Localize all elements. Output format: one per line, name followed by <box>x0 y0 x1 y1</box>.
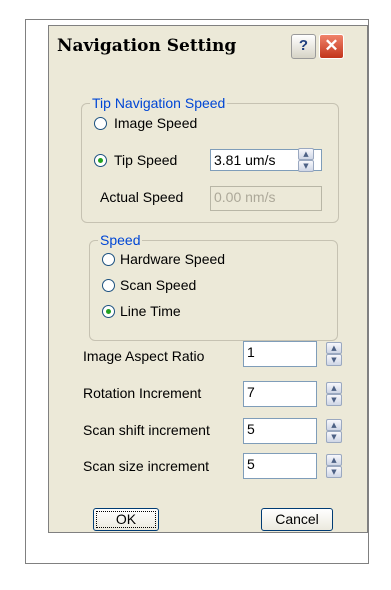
arrow-up-icon[interactable]: ▲ <box>326 342 342 354</box>
arrow-up-icon[interactable]: ▲ <box>326 454 342 466</box>
image-speed-radio[interactable] <box>94 117 107 130</box>
ok-button[interactable]: OK <box>93 508 159 531</box>
scan-size-increment-input[interactable]: 5 <box>243 453 317 479</box>
tip-speed-label[interactable]: Tip Speed <box>114 152 177 168</box>
arrow-down-icon[interactable]: ▼ <box>326 354 342 366</box>
image-speed-label[interactable]: Image Speed <box>114 115 197 131</box>
arrow-down-icon[interactable]: ▼ <box>326 431 342 443</box>
speed-group: Speed Hardware Speed Scan Speed Line Tim… <box>89 233 338 341</box>
tip-navigation-speed-legend: Tip Navigation Speed <box>90 95 228 111</box>
scan-shift-increment-input[interactable]: 5 <box>243 418 317 444</box>
scan-size-increment-label: Scan size increment <box>83 458 210 474</box>
line-time-radio[interactable] <box>102 305 115 318</box>
rotation-increment-spinner[interactable]: ▲ ▼ <box>326 382 342 406</box>
scan-size-increment-spinner[interactable]: ▲ ▼ <box>326 454 342 478</box>
line-time-label[interactable]: Line Time <box>120 303 181 319</box>
navigation-setting-dialog: Navigation Setting ? ✕ Tip Navigation Sp… <box>48 25 368 533</box>
window-title: Navigation Setting <box>57 36 237 56</box>
hardware-speed-label[interactable]: Hardware Speed <box>120 251 225 267</box>
arrow-up-icon[interactable]: ▲ <box>326 419 342 431</box>
speed-legend: Speed <box>98 232 143 248</box>
scan-speed-radio[interactable] <box>102 279 115 292</box>
scan-shift-increment-spinner[interactable]: ▲ ▼ <box>326 419 342 443</box>
scan-shift-increment-label: Scan shift increment <box>83 422 210 438</box>
arrow-up-icon[interactable]: ▲ <box>326 382 342 394</box>
tip-navigation-speed-group: Tip Navigation Speed Image Speed Tip Spe… <box>81 96 339 223</box>
image-aspect-ratio-label: Image Aspect Ratio <box>83 348 205 364</box>
help-icon[interactable]: ? <box>291 34 316 59</box>
rotation-increment-input[interactable]: 7 <box>243 381 317 407</box>
close-icon[interactable]: ✕ <box>319 34 344 59</box>
image-aspect-ratio-input[interactable]: 1 <box>243 341 317 367</box>
actual-speed-input: 0.00 nm/s <box>210 186 322 211</box>
tip-speed-radio[interactable] <box>94 154 107 167</box>
title-bar[interactable]: Navigation Setting ? ✕ <box>49 26 367 66</box>
arrow-down-icon[interactable]: ▼ <box>326 466 342 478</box>
image-aspect-ratio-spinner[interactable]: ▲ ▼ <box>326 342 342 366</box>
cancel-button[interactable]: Cancel <box>261 508 333 531</box>
rotation-increment-label: Rotation Increment <box>83 385 202 401</box>
hardware-speed-radio[interactable] <box>102 253 115 266</box>
scan-speed-label[interactable]: Scan Speed <box>120 277 196 293</box>
actual-speed-label: Actual Speed <box>100 189 184 205</box>
arrow-down-icon[interactable]: ▼ <box>326 394 342 406</box>
arrow-up-icon[interactable]: ▲ <box>298 148 314 160</box>
tip-speed-spinner[interactable]: ▲ ▼ <box>298 148 314 172</box>
arrow-down-icon[interactable]: ▼ <box>298 160 314 172</box>
